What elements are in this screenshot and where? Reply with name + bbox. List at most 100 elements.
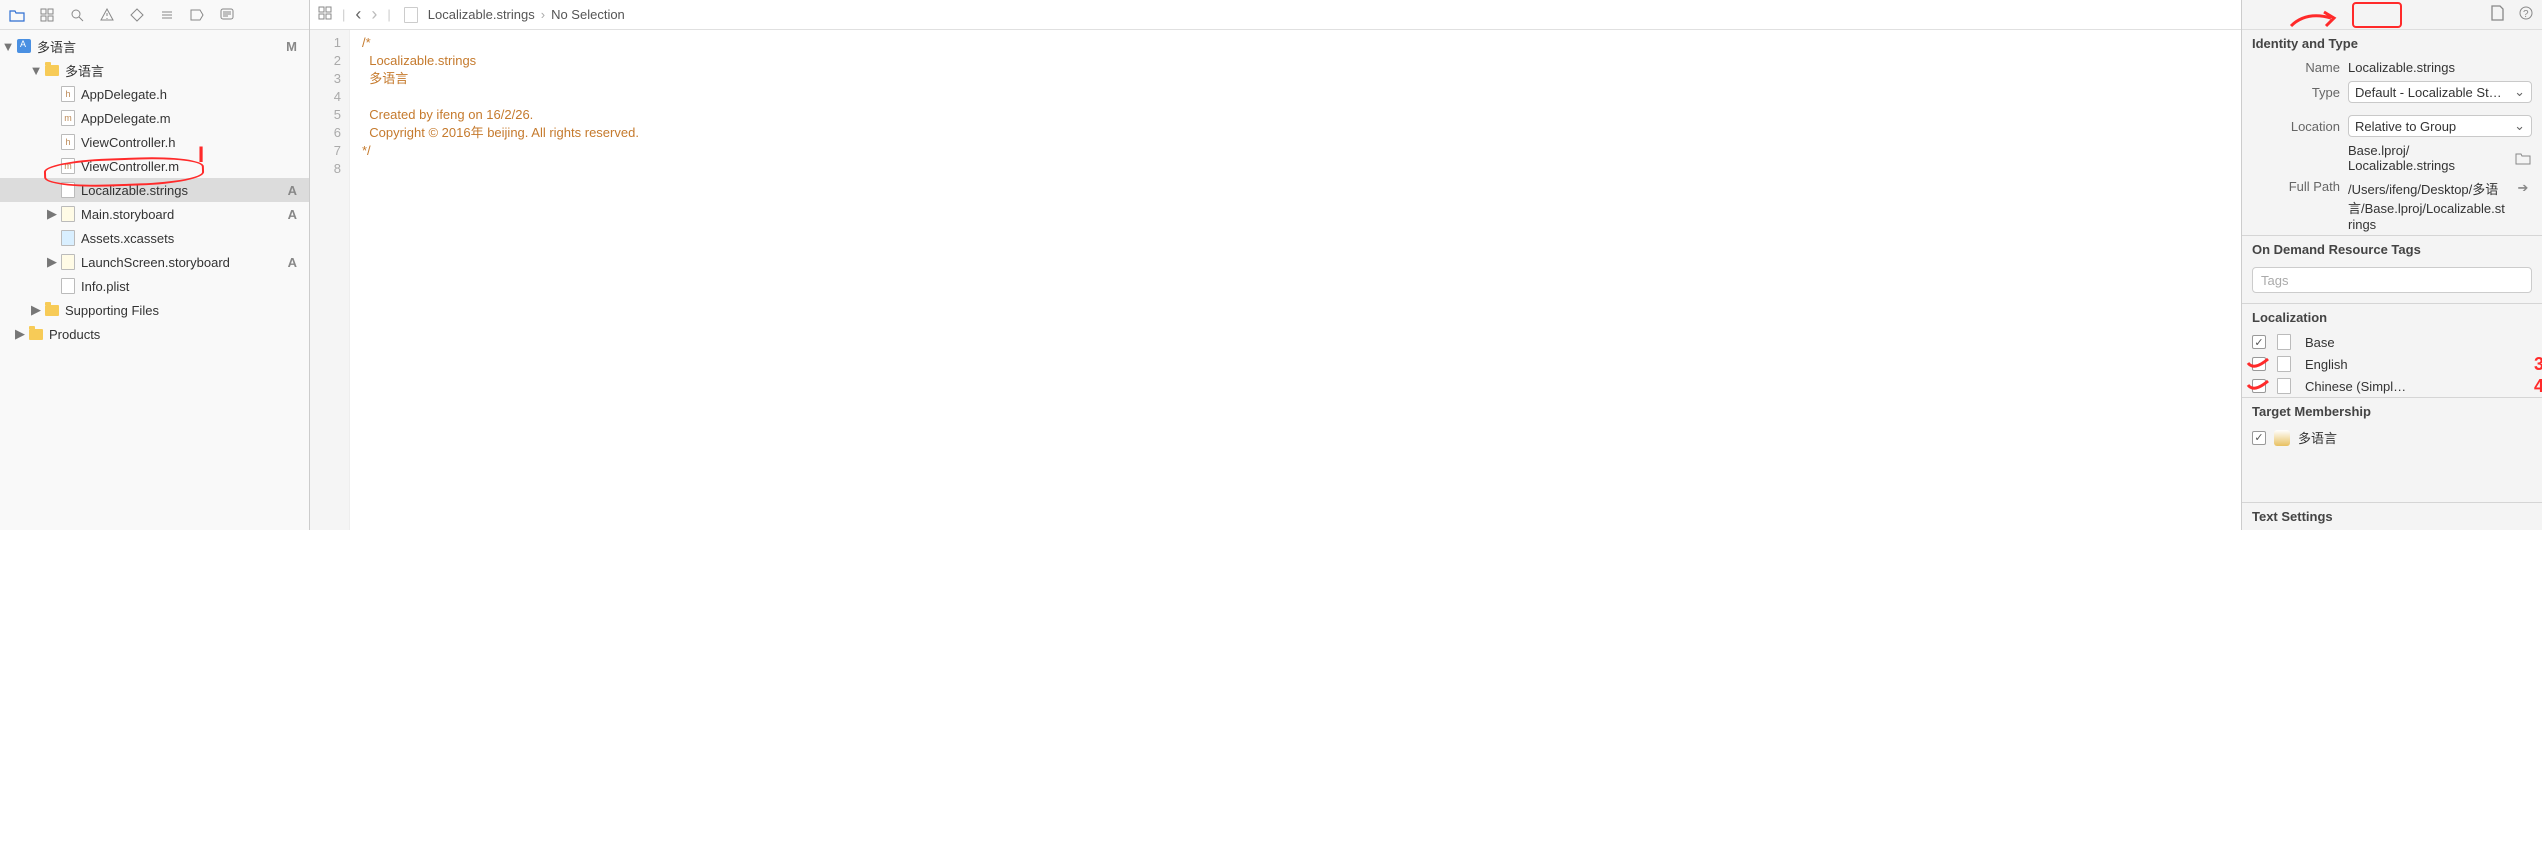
file-type-icon [60, 206, 76, 222]
tags-section-title: On Demand Resource Tags [2242, 235, 2542, 263]
localization-checkbox[interactable] [2252, 335, 2266, 349]
file-type-icon [60, 254, 76, 270]
name-label: Name [2252, 60, 2340, 75]
target-checkbox[interactable] [2252, 431, 2266, 445]
file-type-icon [2276, 334, 2292, 350]
text-settings-title: Text Settings [2242, 502, 2542, 530]
file-tree: ▼ 多语言 M ▼ 多语言 AppDelegate.h AppDelegate.m Vi… [0, 30, 309, 530]
file-name: AppDelegate.h [81, 87, 167, 102]
svg-text:?: ? [2523, 9, 2529, 20]
file-type-icon [28, 326, 44, 342]
search-tab[interactable] [66, 4, 88, 26]
file-type-icon [2276, 356, 2292, 372]
breadcrumb-selection: No Selection [551, 7, 625, 22]
chevron-right-icon: › [541, 7, 545, 22]
file-name: AppDelegate.m [81, 111, 171, 126]
project-navigator: ▼ 多语言 M ▼ 多语言 AppDelegate.h AppDelegate.m Vi… [0, 0, 310, 530]
disclosure-triangle-icon[interactable]: ▶ [14, 328, 26, 340]
back-button[interactable]: ‹ [355, 4, 361, 25]
scm-badge: A [288, 255, 301, 270]
file-row[interactable]: Info.plist [0, 274, 309, 298]
file-row[interactable]: ViewController.h [0, 130, 309, 154]
file-row[interactable]: AppDelegate.m [0, 106, 309, 130]
debug-tab[interactable] [156, 4, 178, 26]
file-row[interactable]: AppDelegate.h [0, 82, 309, 106]
location-select[interactable]: Relative to Group [2348, 115, 2532, 137]
breadcrumb[interactable]: Localizable.strings › No Selection [401, 7, 625, 23]
file-row[interactable]: ▶ LaunchScreen.storyboard A [0, 250, 309, 274]
file-inspector-tab[interactable] [2491, 5, 2504, 24]
file-name: Products [49, 327, 100, 342]
tags-input[interactable]: Tags [2252, 267, 2532, 293]
folder-chooser-icon[interactable] [2514, 149, 2532, 167]
disclosure-triangle-icon[interactable]: ▶ [30, 304, 42, 316]
localization-name: Base [2305, 335, 2335, 350]
reveal-arrow-icon[interactable]: ➔ [2514, 179, 2532, 197]
scm-badge: A [288, 207, 301, 222]
project-root-row[interactable]: ▼ 多语言 M [0, 34, 309, 58]
file-row[interactable]: ViewController.m [0, 154, 309, 178]
app-icon [2274, 430, 2290, 446]
file-name: Localizable.strings [81, 183, 188, 198]
fullpath-value: /Users/ifeng/Desktop/多语言/Base.lproj/Loca… [2348, 179, 2506, 232]
scm-badge: M [286, 39, 301, 54]
type-select[interactable]: Default - Localizable St… [2348, 81, 2532, 103]
editor-area: | ‹ › | Localizable.strings › No Selecti… [310, 0, 2242, 530]
file-name: ViewController.h [81, 135, 175, 150]
project-navigator-tab[interactable] [6, 4, 28, 26]
name-value[interactable]: Localizable.strings [2348, 60, 2532, 75]
scm-badge: A [288, 183, 301, 198]
project-icon [16, 38, 32, 54]
file-type-icon [2276, 378, 2292, 394]
disclosure-triangle-icon [46, 88, 58, 100]
disclosure-triangle-icon [46, 112, 58, 124]
forward-button[interactable]: › [371, 4, 377, 25]
file-type-icon [60, 86, 76, 102]
help-inspector-tab[interactable]: ? [2518, 5, 2534, 24]
report-tab[interactable] [216, 4, 238, 26]
localization-name: English [2305, 357, 2348, 372]
file-name: Main.storyboard [81, 207, 174, 222]
file-type-icon [60, 110, 76, 126]
file-row[interactable]: Localizable.strings A [0, 178, 309, 202]
localization-name: Chinese (Simpl… [2305, 379, 2406, 394]
disclosure-triangle-icon[interactable]: ▼ [30, 64, 42, 76]
target-section-title: Target Membership [2242, 397, 2542, 425]
file-type-icon [60, 158, 76, 174]
test-tab[interactable] [126, 4, 148, 26]
file-type-icon [44, 62, 60, 78]
disclosure-triangle-icon[interactable]: ▶ [46, 208, 58, 220]
localization-row: Chinese (Simpl…4 [2242, 375, 2542, 397]
file-name: LaunchScreen.storyboard [81, 255, 230, 270]
disclosure-triangle-icon [46, 160, 58, 172]
location-label: Location [2252, 119, 2340, 134]
fullpath-label: Full Path [2252, 179, 2340, 194]
source-control-tab[interactable] [36, 4, 58, 26]
file-row[interactable]: ▶Supporting Files [0, 298, 309, 322]
file-row[interactable]: ▶ Products [0, 322, 309, 346]
file-type-icon [60, 134, 76, 150]
relative-path: Base.lproj/ Localizable.strings [2348, 143, 2506, 173]
file-row[interactable]: ▶ Main.storyboard A [0, 202, 309, 226]
disclosure-triangle-icon[interactable]: ▼ [2, 40, 14, 52]
breakpoint-tab[interactable] [186, 4, 208, 26]
related-items-icon[interactable] [318, 6, 332, 23]
file-row[interactable]: Assets.xcassets [0, 226, 309, 250]
file-row[interactable]: ▼ 多语言 [0, 58, 309, 82]
localization-row: Base [2242, 331, 2542, 353]
line-gutter: 12345678 [310, 30, 350, 530]
file-name: 多语言 [65, 61, 104, 80]
project-name: 多语言 [37, 37, 76, 56]
file-type-icon [60, 182, 76, 198]
identity-section-title: Identity and Type [2242, 30, 2542, 57]
disclosure-triangle-icon[interactable]: ▶ [46, 256, 58, 268]
disclosure-triangle-icon [46, 232, 58, 244]
disclosure-triangle-icon [46, 280, 58, 292]
file-type-icon [44, 302, 60, 318]
inspector-panel: ? Identity and Type Name Localizable.str… [2242, 0, 2542, 530]
target-row: 多语言 [2242, 425, 2542, 450]
code-editor[interactable]: 12345678 /* Localizable.strings 多语言 Crea… [310, 30, 2241, 530]
issues-tab[interactable] [96, 4, 118, 26]
code-content[interactable]: /* Localizable.strings 多语言 Created by if… [350, 30, 639, 530]
navigator-tab-bar [0, 0, 309, 30]
